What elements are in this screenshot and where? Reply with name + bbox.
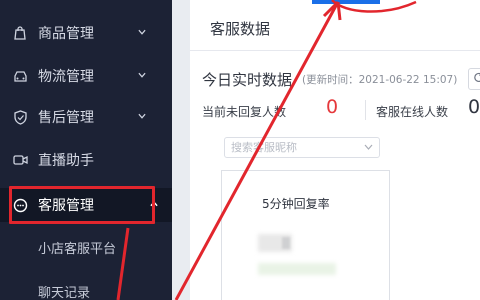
update-time: (更新时间：2021-06-22 15:07) [302, 74, 458, 86]
sidebar-subitem-label: 聊天记录 [38, 285, 91, 300]
blurred-subtext [258, 263, 336, 275]
app-window: 商品管理 物流管理 售后管理 直播助手 客服管理 小店客服平台 聊天记录 客服数… [0, 0, 480, 300]
section-title: 客服数据 [210, 20, 271, 38]
sidebar-item-label: 直播助手 [38, 153, 94, 169]
sidebar-item-live-assistant[interactable]: 直播助手 [0, 143, 172, 177]
shield-icon [12, 109, 28, 125]
sidebar-item-after-sales[interactable]: 售后管理 [0, 100, 172, 134]
video-icon [12, 152, 28, 168]
sidebar-subitem-chat-history[interactable]: 聊天记录 [38, 276, 90, 300]
sidebar-item-logistics[interactable]: 物流管理 [0, 59, 172, 93]
divider [190, 50, 480, 51]
blurred-value-detail [282, 237, 290, 249]
cs-nickname-search[interactable] [224, 137, 380, 158]
metric-value-online: 0 [468, 96, 480, 118]
refresh-icon [473, 72, 480, 86]
sidebar-item-label: 商品管理 [38, 26, 94, 42]
chevron-down-icon [138, 28, 146, 36]
refresh-button[interactable] [468, 68, 480, 90]
sidebar-item-products[interactable]: 商品管理 [0, 16, 172, 50]
card-title: 5分钟回复率 [262, 197, 330, 211]
sidebar-item-label: 售后管理 [38, 110, 94, 126]
sidebar-subitem-store-cs-platform[interactable]: 小店客服平台 [38, 232, 116, 262]
bag-icon [12, 25, 28, 41]
highlight-box [9, 186, 155, 224]
reply-rate-card: 5分钟回复率 [221, 170, 390, 300]
chevron-down-icon [138, 71, 146, 79]
chevron-down-icon [364, 142, 373, 151]
chevron-down-icon [138, 112, 146, 120]
sidebar-subitem-label: 小店客服平台 [38, 241, 117, 257]
data-panel: 客服数据 今日实时数据 (更新时间：2021-06-22 15:07) 当前未回… [190, 0, 480, 300]
car-icon [12, 68, 28, 84]
sidebar-item-label: 物流管理 [38, 69, 94, 85]
realtime-title: 今日实时数据 [202, 71, 293, 89]
metric-value-unreplied: 0 [326, 96, 339, 118]
metric-separator [365, 100, 366, 120]
search-input[interactable] [231, 140, 357, 155]
main-content: 客服数据 今日实时数据 (更新时间：2021-06-22 15:07) 当前未回… [172, 0, 480, 300]
metric-label-online: 客服在线人数 [376, 105, 449, 119]
sidebar: 商品管理 物流管理 售后管理 直播助手 客服管理 小店客服平台 聊天记录 [0, 0, 172, 300]
metric-label-unreplied: 当前未回复人数 [202, 105, 287, 119]
